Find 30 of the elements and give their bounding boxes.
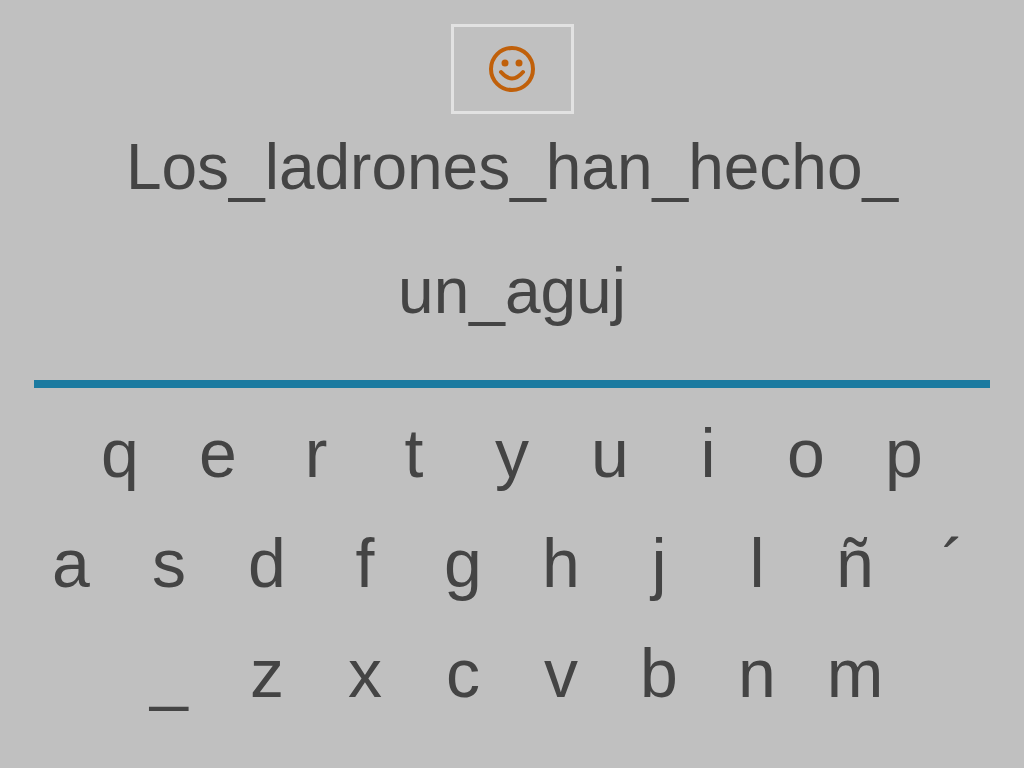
letter-key[interactable]: e [179, 410, 257, 496]
letter-key[interactable]: _ [130, 630, 208, 716]
letter-key[interactable]: b [620, 630, 698, 716]
letter-key[interactable]: ´ [914, 520, 992, 606]
letter-key[interactable]: j [620, 520, 698, 606]
letter-key[interactable]: d [228, 520, 306, 606]
smiley-icon [488, 45, 536, 93]
answer-text: Los_ladrones_han_hecho_ [125, 132, 899, 202]
letter-key[interactable]: a [32, 520, 110, 606]
letter-key[interactable]: t [375, 410, 453, 496]
letter-key[interactable]: n [718, 630, 796, 716]
letter-key[interactable]: u [571, 410, 649, 496]
letter-key[interactable]: h [522, 520, 600, 606]
letter-key[interactable]: v [522, 630, 600, 716]
letter-key[interactable]: y [473, 410, 551, 496]
letter-key[interactable]: p [865, 410, 943, 496]
letter-key[interactable]: z [228, 630, 306, 716]
letter-key[interactable]: l [718, 520, 796, 606]
letter-key[interactable]: f [326, 520, 404, 606]
letter-key[interactable]: x [326, 630, 404, 716]
letter-key[interactable]: s [130, 520, 208, 606]
letter-key[interactable]: ñ [816, 520, 894, 606]
letter-key[interactable]: i [669, 410, 747, 496]
letter-key[interactable]: m [816, 630, 894, 716]
letter-key[interactable]: g [424, 520, 502, 606]
letter-key[interactable]: r [277, 410, 355, 496]
answer-text: un_aguj [398, 256, 626, 326]
letter-key[interactable]: q [81, 410, 159, 496]
letter-key[interactable]: o [767, 410, 845, 496]
letter-key[interactable]: c [424, 630, 502, 716]
